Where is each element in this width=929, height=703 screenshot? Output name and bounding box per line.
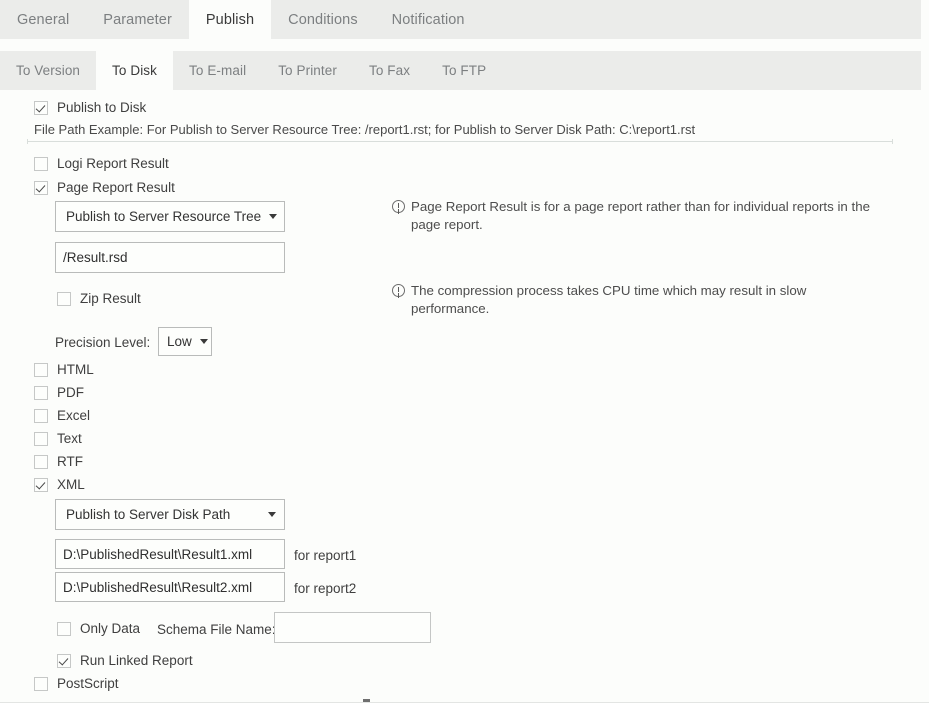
tab-parameter[interactable]: Parameter <box>86 0 189 39</box>
xml-destination-select[interactable]: Publish to Server Disk Path <box>55 499 285 530</box>
precision-level-label: Precision Level: <box>55 335 150 350</box>
logi-report-result-row[interactable]: Logi Report Result <box>34 156 169 171</box>
tab-to-email[interactable]: To E-mail <box>173 51 262 90</box>
info-icon <box>392 200 405 213</box>
zip-result-checkbox[interactable] <box>57 292 71 306</box>
run-linked-report-checkbox[interactable] <box>57 654 71 668</box>
xml-path-1-note: for report1 <box>294 548 356 563</box>
tab-to-disk[interactable]: To Disk <box>96 51 173 90</box>
schema-file-name-label: Schema File Name: <box>157 622 276 637</box>
tab-general[interactable]: General <box>0 0 86 39</box>
run-linked-report-label: Run Linked Report <box>80 653 193 668</box>
tab-to-fax[interactable]: To Fax <box>353 51 426 90</box>
xml-label: XML <box>57 477 85 492</box>
page-report-path-input[interactable] <box>55 242 285 273</box>
excel-label: Excel <box>57 408 90 423</box>
text-checkbox[interactable] <box>34 432 48 446</box>
xml-path-1-input[interactable] <box>55 539 285 569</box>
compression-note-text: The compression process takes CPU time w… <box>411 282 822 318</box>
publish-to-disk-label: Publish to Disk <box>57 100 146 115</box>
page-report-result-checkbox[interactable] <box>34 181 48 195</box>
format-row-pdf[interactable]: PDF <box>34 385 84 400</box>
html-label: HTML <box>57 362 94 377</box>
tab-notification[interactable]: Notification <box>375 0 482 39</box>
xml-path-2-note: for report2 <box>294 581 356 596</box>
compression-note: The compression process takes CPU time w… <box>392 282 822 318</box>
postscript-checkbox[interactable] <box>34 677 48 691</box>
publish-to-disk-checkbox[interactable] <box>34 101 48 115</box>
postscript-label: PostScript <box>57 676 119 691</box>
xml-destination-value: Publish to Server Disk Path <box>66 507 260 522</box>
page-report-result-label: Page Report Result <box>57 180 175 195</box>
tab-publish[interactable]: Publish <box>189 0 271 39</box>
info-icon <box>392 284 405 297</box>
tab-to-printer[interactable]: To Printer <box>262 51 353 90</box>
pdf-checkbox[interactable] <box>34 386 48 400</box>
rtf-checkbox[interactable] <box>34 455 48 469</box>
tab-separator-band <box>0 39 929 51</box>
format-row-text[interactable]: Text <box>34 431 82 446</box>
zip-result-row[interactable]: Zip Result <box>57 291 141 306</box>
schema-file-name-input[interactable] <box>274 612 431 643</box>
to-disk-panel: Publish to Disk File Path Example: For P… <box>0 90 929 703</box>
postscript-row[interactable]: PostScript <box>34 676 119 691</box>
logi-report-result-label: Logi Report Result <box>57 156 169 171</box>
only-data-label: Only Data <box>80 621 140 636</box>
format-row-rtf[interactable]: RTF <box>34 454 83 469</box>
only-data-checkbox[interactable] <box>57 622 71 636</box>
tab-to-ftp[interactable]: To FTP <box>426 51 502 90</box>
logi-report-result-checkbox[interactable] <box>34 157 48 171</box>
excel-checkbox[interactable] <box>34 409 48 423</box>
precision-level-value: Low <box>167 334 192 349</box>
format-row-excel[interactable]: Excel <box>34 408 90 423</box>
file-path-example-text: File Path Example: For Publish to Server… <box>34 122 695 137</box>
rtf-label: RTF <box>57 454 83 469</box>
chevron-down-icon <box>269 214 277 219</box>
tab-to-version[interactable]: To Version <box>0 51 96 90</box>
html-checkbox[interactable] <box>34 363 48 377</box>
precision-level-select[interactable]: Low <box>158 327 212 356</box>
scroll-indicator <box>363 699 370 702</box>
run-linked-report-row[interactable]: Run Linked Report <box>57 653 193 668</box>
page-report-note-text: Page Report Result is for a page report … <box>411 198 892 234</box>
chevron-down-icon <box>200 339 208 344</box>
page-report-note: Page Report Result is for a page report … <box>392 198 892 234</box>
xml-checkbox[interactable] <box>34 478 48 492</box>
secondary-tab-bar: To Version To Disk To E-mail To Printer … <box>0 51 921 90</box>
page-report-destination-value: Publish to Server Resource Tree <box>66 209 261 224</box>
page-report-result-row[interactable]: Page Report Result <box>34 180 175 195</box>
format-row-html[interactable]: HTML <box>34 362 94 377</box>
section-divider <box>27 141 893 142</box>
page-report-destination-select[interactable]: Publish to Server Resource Tree <box>55 201 285 232</box>
publish-to-disk-row[interactable]: Publish to Disk <box>34 100 146 115</box>
tab-conditions[interactable]: Conditions <box>271 0 375 39</box>
text-label: Text <box>57 431 82 446</box>
chevron-down-icon <box>268 512 276 517</box>
pdf-label: PDF <box>57 385 84 400</box>
xml-path-2-input[interactable] <box>55 572 285 602</box>
zip-result-label: Zip Result <box>80 291 141 306</box>
only-data-row[interactable]: Only Data <box>57 621 140 636</box>
format-row-xml[interactable]: XML <box>34 477 85 492</box>
primary-tab-bar: General Parameter Publish Conditions Not… <box>0 0 921 39</box>
